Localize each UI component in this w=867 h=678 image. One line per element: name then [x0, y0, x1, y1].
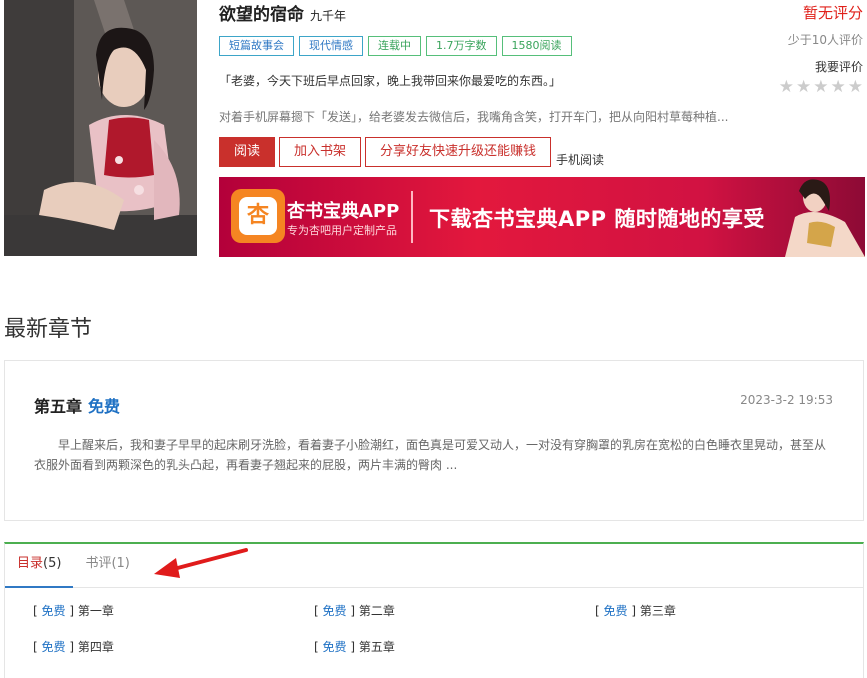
app-download-banner[interactable]: 杏 杏书宝典APP 专为杏吧用户定制产品 下载杏书宝典APP 随时随地的享受	[219, 177, 865, 257]
tag-status: 连载中	[368, 36, 421, 56]
tab-bar: 目录(5) 书评(1)	[5, 544, 863, 588]
star-icon[interactable]: ★	[796, 78, 811, 96]
chapter-link[interactable]: [ 免费 ] 第三章	[595, 602, 863, 619]
latest-chapter-title[interactable]: 第五章 免费	[34, 393, 120, 417]
latest-chapter-excerpt: 早上醒来后，我和妻子早早的起床刷牙洗脸，看着妻子小脸潮红，面色真是可爱又动人，一…	[34, 438, 827, 472]
banner-app-subtitle: 专为杏吧用户定制产品	[287, 224, 397, 237]
chapter-link[interactable]: [ 免费 ] 第四章	[33, 638, 314, 655]
tag-category[interactable]: 现代情感	[299, 36, 363, 56]
rating-score: 暂无评分	[802, 4, 863, 22]
annotation-arrow-icon	[154, 548, 248, 578]
book-cover-image[interactable]	[4, 0, 197, 256]
rating-count: 少于10人评价	[787, 33, 863, 47]
tab-reviews[interactable]: 书评(1)	[73, 544, 141, 588]
chapter-link[interactable]: [ 免费 ] 第二章	[314, 602, 595, 619]
banner-model-image	[785, 179, 865, 257]
mobile-read-link[interactable]: 手机阅读	[556, 153, 604, 167]
book-quote: 「老婆，今天下班后早点回家，晚上我带回来你最爱吃的东西。」	[219, 74, 562, 88]
tag-word-count: 1.7万字数	[426, 36, 497, 56]
latest-chapter-date: 2023-3-2 19:53	[740, 393, 833, 407]
rating-panel: 暂无评分 少于10人评价 我要评价 ★ ★ ★ ★ ★	[779, 2, 863, 96]
star-icon[interactable]: ★	[831, 78, 846, 96]
star-icon[interactable]: ★	[848, 78, 863, 96]
book-title: 欲望的宿命	[219, 5, 304, 25]
star-icon[interactable]: ★	[813, 78, 828, 96]
chapter-link[interactable]: [ 免费 ] 第一章	[33, 602, 314, 619]
rating-stars[interactable]: ★ ★ ★ ★ ★	[779, 78, 863, 96]
share-button[interactable]: 分享好友快速升级还能赚钱	[365, 137, 552, 167]
latest-chapter-card[interactable]: 第五章 免费 2023-3-2 19:53 早上醒来后，我和妻子早早的起床刷牙洗脸…	[4, 360, 864, 521]
app-logo-icon: 杏	[231, 189, 285, 243]
book-author[interactable]: 九千年	[310, 7, 346, 24]
free-badge: 免费	[88, 397, 121, 416]
latest-chapter-heading: 最新章节	[4, 317, 93, 342]
book-tags: 短篇故事会 现代情感 连载中 1.7万字数 1580阅读	[219, 36, 572, 56]
add-bookshelf-button[interactable]: 加入书架	[279, 137, 362, 167]
chapter-link[interactable]: [ 免费 ] 第五章	[314, 638, 595, 655]
banner-slogan: 下载杏书宝典APP 随时随地的享受	[429, 207, 765, 231]
chapter-list: [ 免费 ] 第一章 [ 免费 ] 第二章 [ 免费 ] 第三章 [ 免费 ] …	[33, 602, 863, 655]
rate-link[interactable]: 我要评价	[779, 58, 863, 75]
tag-read-count: 1580阅读	[501, 36, 572, 56]
read-button[interactable]: 阅读	[219, 137, 276, 167]
banner-app-name: 杏书宝典APP	[287, 201, 400, 222]
banner-divider	[411, 191, 413, 243]
star-icon[interactable]: ★	[779, 78, 794, 96]
tag-genre[interactable]: 短篇故事会	[219, 36, 294, 56]
book-intro: 对着手机屏幕摁下「发送」，给老婆发去微信后，我嘴角含笑，打开车门，把从向阳村草莓…	[219, 110, 729, 124]
tab-catalog[interactable]: 目录(5)	[5, 544, 74, 588]
